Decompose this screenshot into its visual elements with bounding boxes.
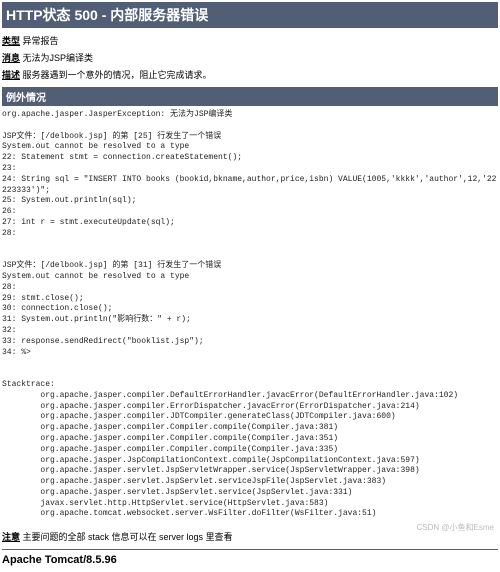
server-footer: Apache Tomcat/8.5.96: [2, 554, 498, 566]
page-title: HTTP状态 500 - 内部服务器错误: [2, 2, 498, 28]
exception-header: 例外情况: [2, 87, 498, 106]
description-label: 描述: [2, 70, 20, 80]
type-label: 类型: [2, 36, 20, 46]
type-value: 异常报告: [23, 36, 59, 46]
note-label: 注意: [2, 532, 20, 542]
description-line: 描述 服务器遇到一个意外的情况，阻止它完成请求。: [2, 68, 498, 81]
exception-stacktrace: org.apache.jasper.JasperException: 无法为JS…: [2, 110, 498, 520]
message-value: 无法为JSP编译类: [23, 53, 94, 63]
description-value: 服务器遇到一个意外的情况，阻止它完成请求。: [23, 70, 212, 80]
watermark: CSDN @小鱼和Esme: [417, 522, 494, 533]
message-label: 消息: [2, 53, 20, 63]
message-line: 消息 无法为JSP编译类: [2, 51, 498, 64]
divider: [2, 549, 498, 550]
type-line: 类型 异常报告: [2, 34, 498, 47]
note-value: 主要问题的全部 stack 信息可以在 server logs 里查看: [23, 532, 233, 542]
